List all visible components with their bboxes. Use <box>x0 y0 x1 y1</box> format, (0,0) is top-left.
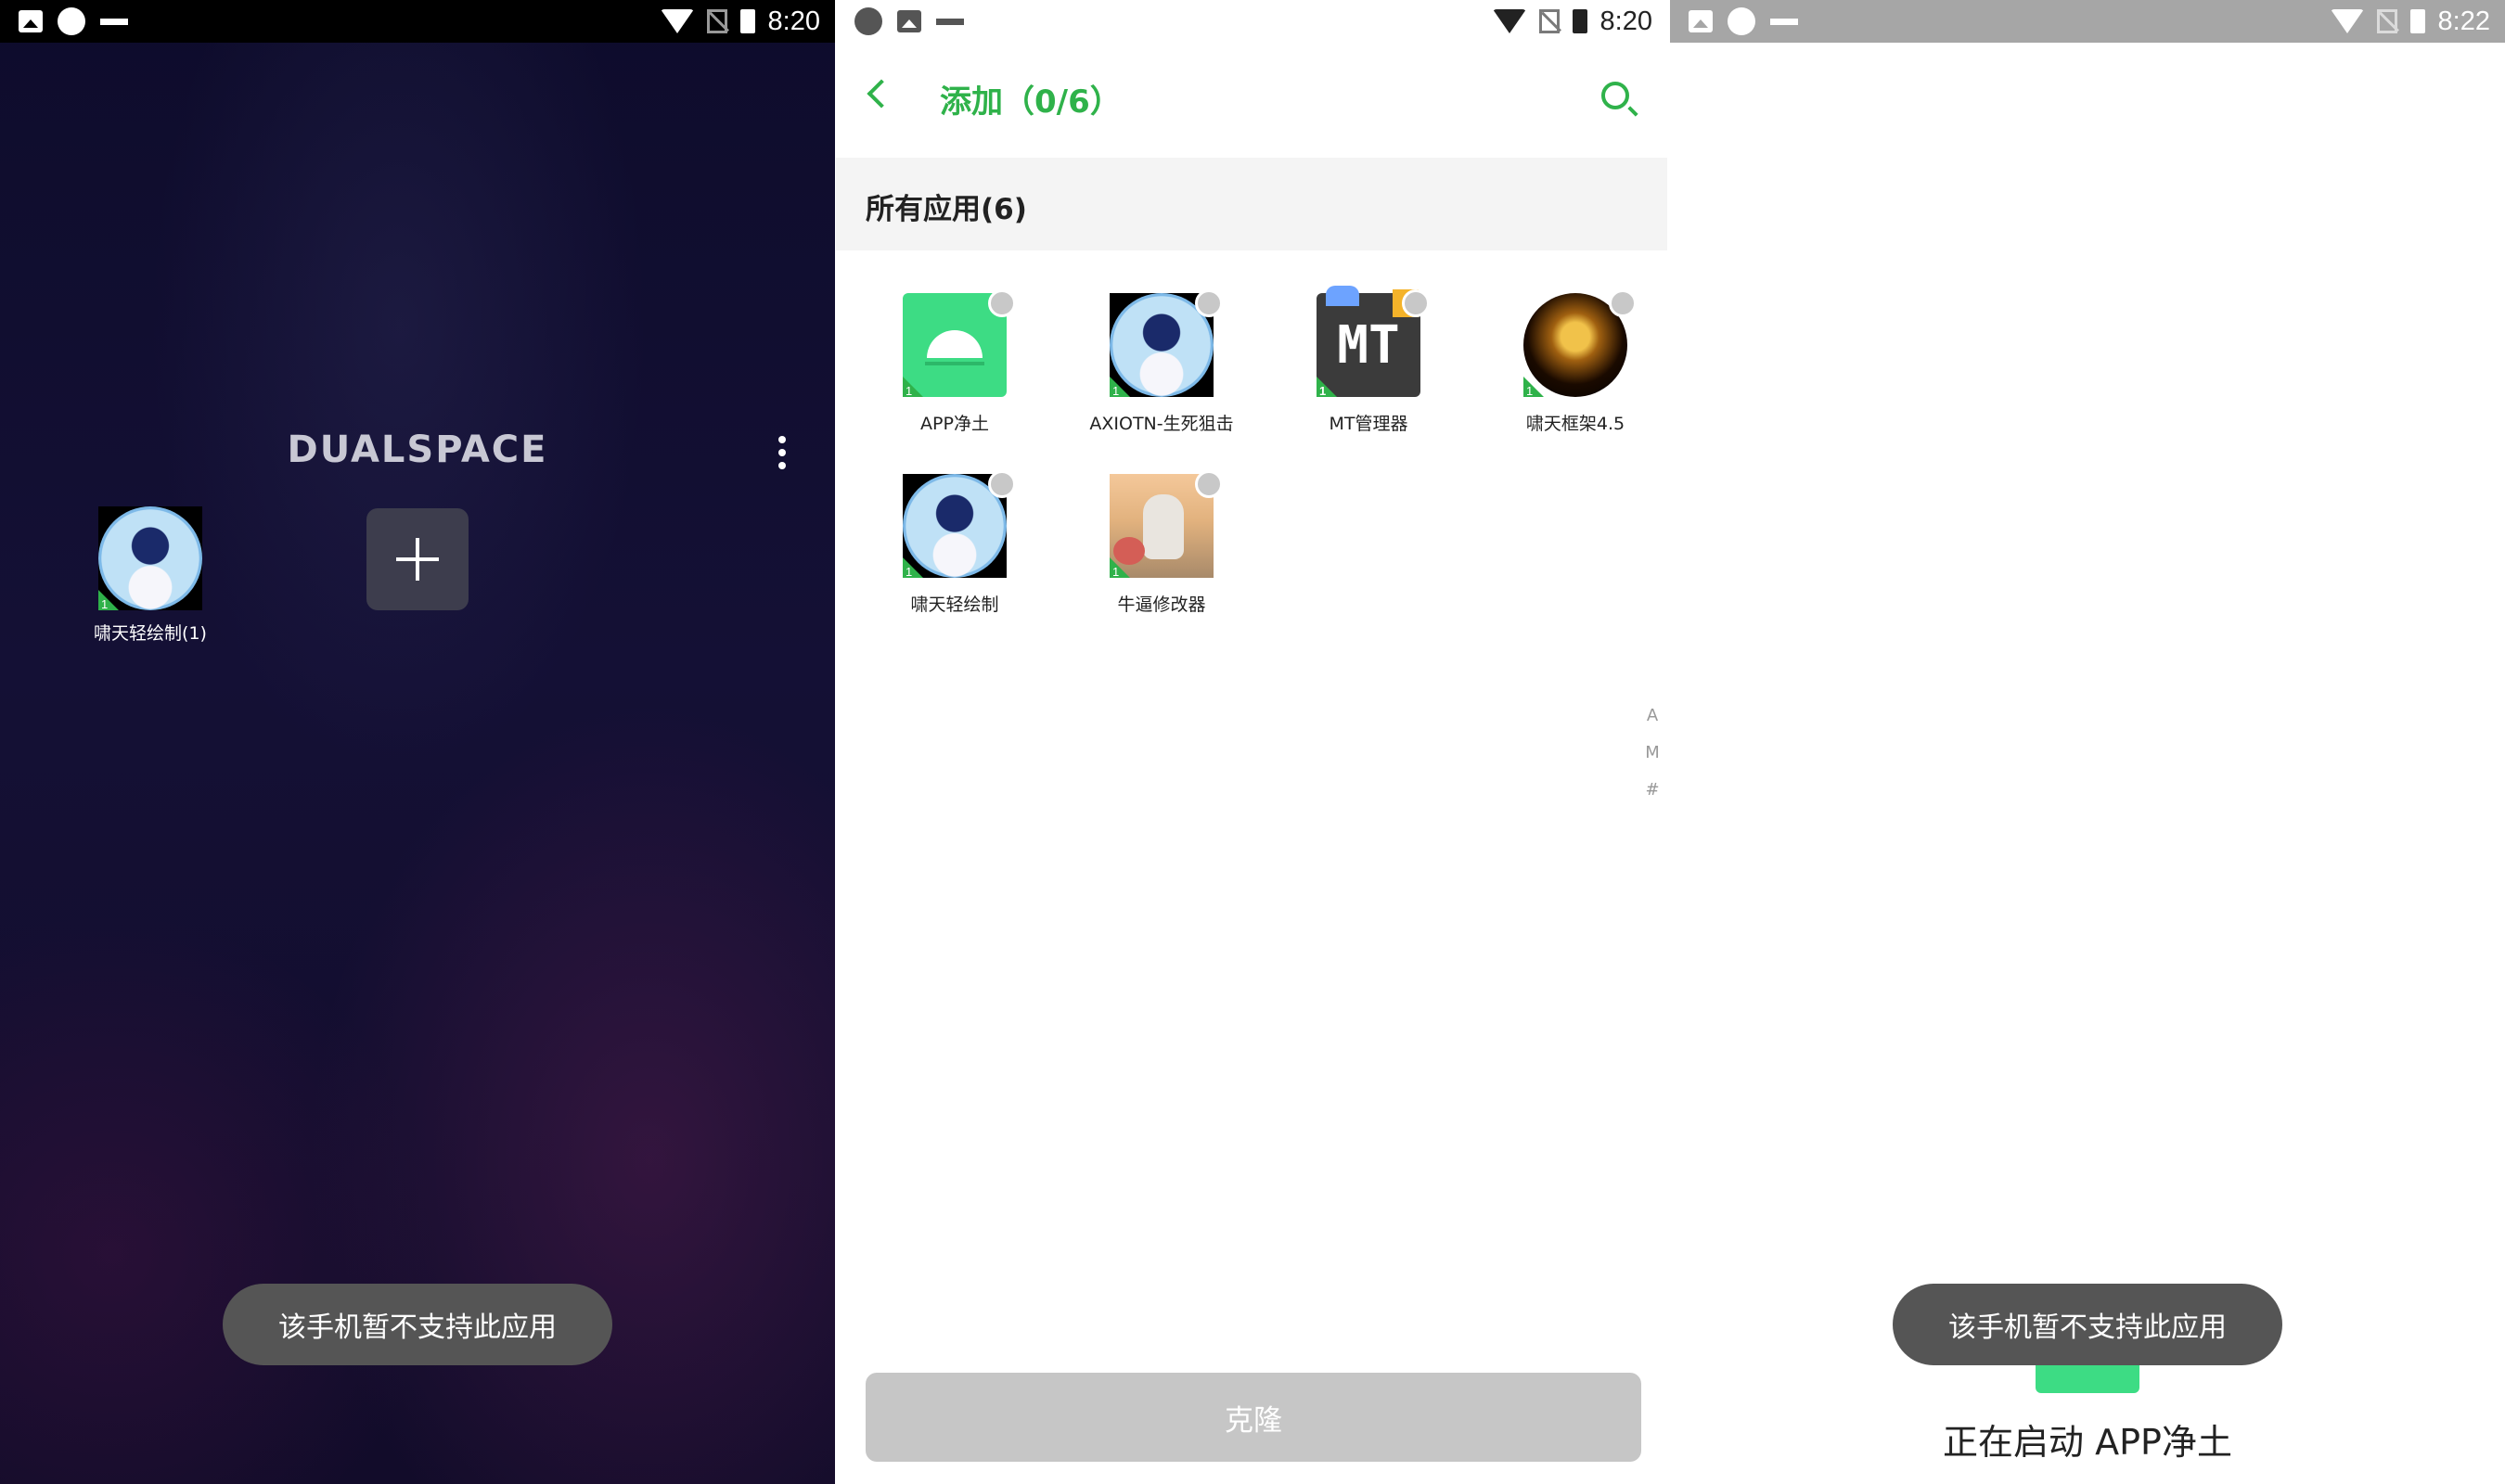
circle-notification-icon <box>1728 7 1755 35</box>
status-bar: 8:20 <box>836 0 1667 43</box>
more-menu-icon[interactable] <box>777 436 787 473</box>
wifi-icon <box>1492 9 1526 33</box>
cloned-app-label: 啸天轻绘制(1) <box>94 623 207 644</box>
page-title: 添加（0/6） <box>940 83 1122 121</box>
app-label: 啸天轻绘制 <box>910 595 999 615</box>
image-notification-icon <box>897 10 921 32</box>
index-letter[interactable]: A <box>1634 697 1667 735</box>
circle-notification-icon <box>58 7 85 35</box>
no-sim-icon <box>706 9 727 33</box>
alphabet-index-bar[interactable]: A M # <box>1634 697 1667 809</box>
no-sim-icon <box>2376 9 2397 33</box>
app-item-mt-manager[interactable]: MT MT管理器 <box>1266 286 1471 469</box>
status-time: 8:20 <box>1599 6 1652 36</box>
add-app-button[interactable] <box>366 508 469 610</box>
back-arrow-icon[interactable] <box>867 79 896 109</box>
usb-notification-icon <box>100 10 128 32</box>
select-checkbox[interactable] <box>1402 289 1430 317</box>
launching-screen: 8:22 该手机暂不支持此应用 正在启动 APP净土 <box>1670 0 2505 1484</box>
avatar-icon <box>98 506 202 610</box>
status-bar: 8:20 <box>0 0 835 43</box>
toast-message: 该手机暂不支持此应用 <box>223 1284 612 1365</box>
image-notification-icon <box>19 10 43 32</box>
launching-text: 正在启动 APP净土 <box>1943 1422 2232 1463</box>
status-time: 8:22 <box>2437 6 2490 36</box>
clone-badge-icon <box>1523 377 1544 397</box>
status-time: 8:20 <box>767 6 820 36</box>
select-checkbox[interactable] <box>988 470 1016 498</box>
add-app-screen: 8:20 添加（0/6） 所有应用(6) APP净土 AXIOTN-生死狙击 M… <box>836 0 1667 1484</box>
select-checkbox[interactable] <box>1195 470 1223 498</box>
usb-notification-icon <box>936 10 964 32</box>
app-item-xiaotian-framework[interactable]: 啸天框架4.5 <box>1473 289 1667 469</box>
app-item-app-jingtu[interactable]: APP净土 <box>853 289 1057 469</box>
app-label: APP净土 <box>920 414 989 434</box>
dualspace-home-screen: 8:20 DUALSPACE 啸天轻绘制(1) 该手机暂不支持此应用 <box>0 0 835 1484</box>
usb-notification-icon <box>1770 10 1798 32</box>
index-letter[interactable]: M <box>1634 735 1667 772</box>
cloned-app-icon[interactable] <box>98 506 202 610</box>
battery-icon <box>2409 9 2425 33</box>
select-checkbox[interactable] <box>988 289 1016 317</box>
app-item-modifier[interactable]: 牛逼修改器 <box>1060 470 1264 650</box>
app-item-xiaotian-draw[interactable]: 啸天轻绘制 <box>853 470 1057 650</box>
top-nav-bar: 添加（0/6） <box>836 43 1667 158</box>
app-label: 牛逼修改器 <box>1117 595 1206 615</box>
wifi-icon <box>660 9 694 33</box>
no-sim-icon <box>1538 9 1560 33</box>
app-item-axiotn[interactable]: AXIOTN-生死狙击 <box>1060 289 1264 469</box>
select-checkbox[interactable] <box>1609 289 1637 317</box>
battery-icon <box>1572 9 1587 33</box>
select-checkbox[interactable] <box>1195 289 1223 317</box>
toast-message: 该手机暂不支持此应用 <box>1893 1284 2282 1365</box>
section-title: 所有应用(6) <box>866 193 1027 226</box>
battery-icon <box>739 9 755 33</box>
clone-badge-icon <box>903 377 923 397</box>
circle-notification-icon <box>854 7 882 35</box>
app-label: MT管理器 <box>1329 414 1408 434</box>
wifi-icon <box>2330 9 2364 33</box>
index-letter[interactable]: # <box>1634 772 1667 809</box>
app-label: 啸天框架4.5 <box>1525 414 1625 434</box>
status-bar: 8:22 <box>1670 0 2505 43</box>
clone-button[interactable]: 克隆 <box>866 1373 1641 1462</box>
section-header: 所有应用(6) <box>836 158 1667 250</box>
clone-badge-icon <box>1317 377 1337 397</box>
image-notification-icon <box>1689 10 1713 32</box>
clone-badge-icon <box>1110 557 1130 578</box>
dualspace-logo: DUALSPACE <box>287 429 548 471</box>
search-icon[interactable] <box>1601 82 1629 109</box>
app-label: AXIOTN-生死狙击 <box>1089 414 1234 434</box>
